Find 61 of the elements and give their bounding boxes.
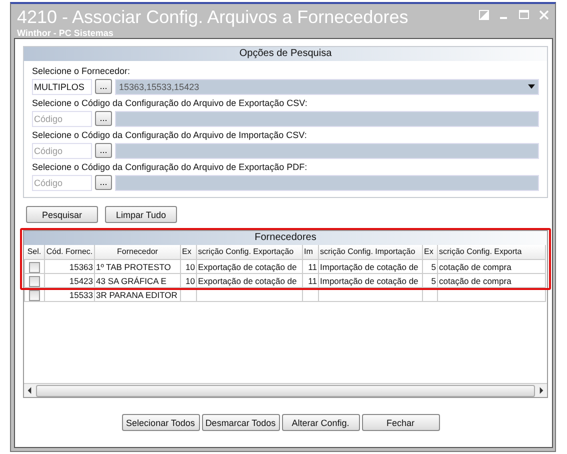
close-icon[interactable] xyxy=(539,10,549,20)
row-checkbox[interactable] xyxy=(29,262,40,272)
action-button[interactable]: Limpar Tudo xyxy=(105,206,177,223)
description-field[interactable] xyxy=(115,110,539,126)
description-field[interactable] xyxy=(115,174,539,190)
lookup-button[interactable]: ... xyxy=(95,143,112,158)
table-cell: 10 xyxy=(186,262,195,272)
row-checkbox[interactable] xyxy=(29,290,40,300)
column-header[interactable]: Cód. Fornec. xyxy=(44,245,94,260)
group-title: Opções de Pesquisa xyxy=(24,47,547,61)
maximize-icon[interactable] xyxy=(519,10,529,20)
column-header[interactable]: scrição Config. Exportação xyxy=(196,245,302,260)
row-checkbox[interactable] xyxy=(29,276,40,286)
code-field[interactable]: Código xyxy=(32,110,92,126)
table-cell: cotação de compra xyxy=(439,276,512,286)
table-cell: Importação de cotação de xyxy=(320,262,418,272)
column-header[interactable]: scrição Config. Importação xyxy=(318,245,422,260)
table-cell: 15363 xyxy=(69,262,93,272)
code-field[interactable]: Código xyxy=(32,174,92,190)
horizontal-scrollbar[interactable] xyxy=(24,383,547,397)
table-cell: 1º TAB PROTESTO xyxy=(96,262,171,272)
table-cell: Importação de cotação de xyxy=(320,276,418,286)
code-field[interactable]: Código xyxy=(32,142,92,158)
footer-button[interactable]: Selecionar Todos xyxy=(122,414,200,431)
table-cell: cotação de compra xyxy=(439,262,512,272)
lookup-button[interactable]: ... xyxy=(95,79,112,94)
scroll-thumb[interactable] xyxy=(36,384,535,396)
table-cell: 3R PARANA EDITOR xyxy=(96,290,178,300)
footer-button[interactable]: Desmarcar Todos xyxy=(202,414,280,431)
table-cell: Exportação de cotação de xyxy=(198,262,297,272)
field-label: Selecione o Código da Configuração do Arquivo de Exportação PDF: xyxy=(32,161,308,174)
scroll-right-icon[interactable] xyxy=(539,387,544,394)
table-cell: 15533 xyxy=(69,290,93,300)
footer-button[interactable]: Fechar xyxy=(362,414,440,431)
table-cell: 15423 xyxy=(69,276,93,286)
lookup-button[interactable]: ... xyxy=(95,111,112,126)
column-header[interactable]: scrição Config. Exporta xyxy=(438,245,546,260)
column-header[interactable]: Fornecedor xyxy=(94,245,180,260)
table-cell: 5 xyxy=(431,262,436,272)
table-cell: 10 xyxy=(186,276,195,286)
table-cell: 11 xyxy=(308,262,317,272)
supplier-dropdown[interactable]: 15363,15533,15423 xyxy=(115,78,539,94)
description-field[interactable] xyxy=(115,142,539,158)
column-header[interactable]: Sel. xyxy=(24,245,44,260)
window-subtitle: Winthor - PC Sistemas xyxy=(17,28,114,38)
field-label: Selecione o Código da Configuração do Arquivo de Importação CSV: xyxy=(32,129,308,142)
restore-icon[interactable] xyxy=(479,10,489,20)
table-cell: Exportação de cotação de xyxy=(198,276,297,286)
code-field[interactable]: MULTIPLOS xyxy=(32,78,92,94)
table-cell: 5 xyxy=(431,276,436,286)
lookup-button[interactable]: ... xyxy=(95,175,112,190)
table-cell: 11 xyxy=(308,276,317,286)
footer-button[interactable]: Alterar Config. xyxy=(282,414,360,431)
caret-icon[interactable] xyxy=(528,84,535,89)
table-cell: 43 SA GRÁFICA E xyxy=(96,276,166,286)
window-title: 4210 - Associar Config. Arquivos a Fornecedores xyxy=(17,6,408,28)
field-label: Selecione o Código da Configuração do Arquivo de Exportação CSV: xyxy=(32,97,308,110)
scroll-left-icon[interactable] xyxy=(27,387,32,394)
action-button[interactable]: Pesquisar xyxy=(26,206,98,223)
grid-title: Fornecedores xyxy=(24,231,547,245)
field-label: Selecione o Fornecedor: xyxy=(32,65,132,78)
